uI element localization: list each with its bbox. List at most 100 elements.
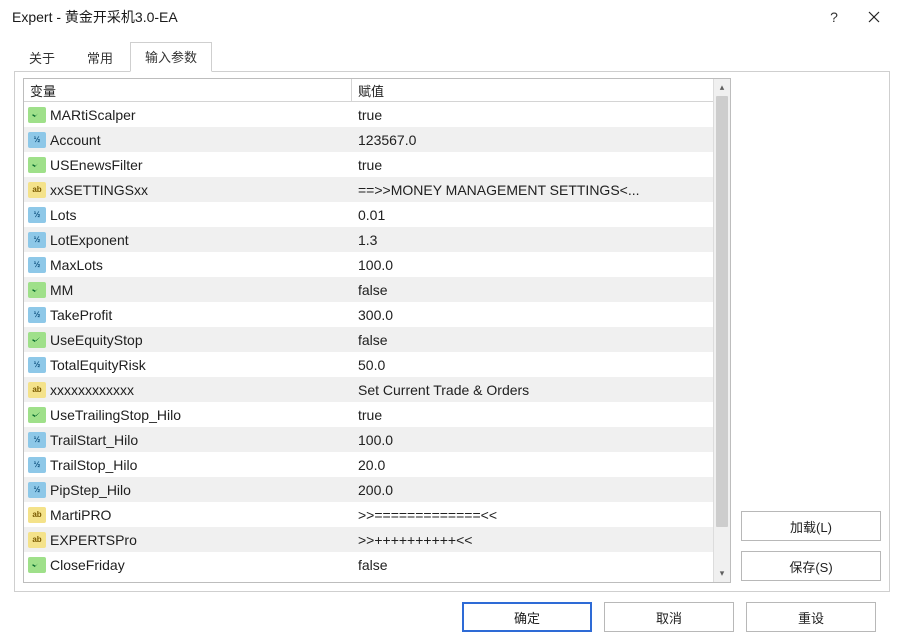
vertical-scrollbar[interactable]: ▴ ▾ xyxy=(713,79,730,582)
parameter-name-cell: Account xyxy=(24,127,352,152)
parameter-value-cell[interactable]: Set Current Trade & Orders xyxy=(352,382,713,398)
column-header-value[interactable]: 赋值 xyxy=(352,79,713,101)
cancel-button[interactable]: 取消 xyxy=(604,602,734,632)
tab-inputs[interactable]: 输入参数 xyxy=(130,42,212,72)
bool-type-icon xyxy=(28,282,46,298)
ok-button-label: 确定 xyxy=(514,608,540,627)
parameter-row[interactable]: UseEquityStop false xyxy=(24,327,713,352)
tab-common[interactable]: 常用 xyxy=(72,43,128,72)
help-button[interactable]: ? xyxy=(814,0,854,34)
parameter-name: MM xyxy=(50,282,73,298)
parameter-value-cell[interactable]: true xyxy=(352,407,713,423)
parameter-name-cell: Lots xyxy=(24,202,352,227)
reset-button[interactable]: 重设 xyxy=(746,602,876,632)
parameter-name-cell: TakeProfit xyxy=(24,302,352,327)
parameter-row[interactable]: MM false xyxy=(24,277,713,302)
str-type-icon xyxy=(28,382,46,398)
num-type-icon xyxy=(28,432,46,448)
num-type-icon xyxy=(28,457,46,473)
scroll-thumb[interactable] xyxy=(716,96,728,527)
parameter-value-cell[interactable]: 0.01 xyxy=(352,207,713,223)
parameters-list[interactable]: 变量 赋值 MARtiScalpertrueAccount123567.0USE… xyxy=(24,79,713,582)
parameter-value-cell[interactable]: 100.0 xyxy=(352,257,713,273)
parameter-row[interactable]: TotalEquityRisk50.0 xyxy=(24,352,713,377)
parameter-row[interactable]: Account 123567.0 xyxy=(24,127,713,152)
parameter-row[interactable]: MARtiScalpertrue xyxy=(24,102,713,127)
tab-strip: 关于 常用 输入参数 xyxy=(14,44,890,72)
parameter-value-cell[interactable]: 20.0 xyxy=(352,457,713,473)
parameter-row[interactable]: MartiPRO>>=============<< xyxy=(24,502,713,527)
parameter-value-cell[interactable]: false xyxy=(352,557,713,573)
tab-about[interactable]: 关于 xyxy=(14,43,70,72)
save-button[interactable]: 保存(S) xyxy=(741,551,881,581)
parameter-name-cell: xxxxxxxxxxxx xyxy=(24,377,352,402)
parameter-name: MaxLots xyxy=(50,257,103,273)
bool-type-icon xyxy=(28,407,46,423)
parameter-name: USEnewsFilter xyxy=(50,157,143,173)
num-type-icon xyxy=(28,132,46,148)
parameter-name: xxSETTINGSxx xyxy=(50,182,148,198)
parameter-row[interactable]: TakeProfit 300.0 xyxy=(24,302,713,327)
parameter-value-cell[interactable]: ==>>MONEY MANAGEMENT SETTINGS<... xyxy=(352,182,713,198)
parameter-row[interactable]: CloseFridayfalse xyxy=(24,552,713,577)
parameter-row[interactable]: PipStep_Hilo 200.0 xyxy=(24,477,713,502)
scroll-up-arrow[interactable]: ▴ xyxy=(714,79,730,96)
parameter-value-cell[interactable]: >>=============<< xyxy=(352,507,713,523)
parameter-row[interactable]: xxxxxxxxxxxx Set Current Trade & Orders xyxy=(24,377,713,402)
parameter-value-cell[interactable]: 50.0 xyxy=(352,357,713,373)
parameter-value-cell[interactable]: true xyxy=(352,107,713,123)
parameter-row[interactable]: TrailStop_Hilo 20.0 xyxy=(24,452,713,477)
parameter-name: TrailStop_Hilo xyxy=(50,457,137,473)
parameter-name: PipStep_Hilo xyxy=(50,482,131,498)
parameter-value-cell[interactable]: 200.0 xyxy=(352,482,713,498)
parameter-row[interactable]: xxSETTINGSxx ==>>MONEY MANAGEMENT SETTING… xyxy=(24,177,713,202)
parameter-name: TakeProfit xyxy=(50,307,112,323)
column-header-variable[interactable]: 变量 xyxy=(24,79,352,101)
ok-button[interactable]: 确定 xyxy=(462,602,592,632)
num-type-icon xyxy=(28,482,46,498)
parameter-row[interactable]: UseTrailingStop_Hilo true xyxy=(24,402,713,427)
parameter-row[interactable]: LotExponent1.3 xyxy=(24,227,713,252)
save-button-label: 保存(S) xyxy=(789,557,832,576)
parameter-name: EXPERTSPro xyxy=(50,532,137,548)
num-type-icon xyxy=(28,232,46,248)
parameter-name: Lots xyxy=(50,207,76,223)
num-type-icon xyxy=(28,257,46,273)
scroll-track[interactable] xyxy=(714,96,730,565)
parameter-value-cell[interactable]: 100.0 xyxy=(352,432,713,448)
parameter-row[interactable]: MaxLots 100.0 xyxy=(24,252,713,277)
close-button[interactable] xyxy=(854,0,894,34)
parameter-name: xxxxxxxxxxxx xyxy=(50,382,134,398)
parameter-name-cell: UseTrailingStop_Hilo xyxy=(24,402,352,427)
parameter-row[interactable]: EXPERTSPro >>++++++++++<< xyxy=(24,527,713,552)
parameter-name-cell: MM xyxy=(24,277,352,302)
parameter-value-cell[interactable]: >>++++++++++<< xyxy=(352,532,713,548)
parameter-value-cell[interactable]: false xyxy=(352,282,713,298)
side-button-column: 加载(L) 保存(S) xyxy=(741,78,881,583)
parameter-value-cell[interactable]: false xyxy=(352,332,713,348)
scroll-down-arrow[interactable]: ▾ xyxy=(714,565,730,582)
load-button[interactable]: 加载(L) xyxy=(741,511,881,541)
parameter-row[interactable]: USEnewsFilter true xyxy=(24,152,713,177)
parameter-name: UseEquityStop xyxy=(50,332,143,348)
bool-type-icon xyxy=(28,107,46,123)
parameter-name: UseTrailingStop_Hilo xyxy=(50,407,181,423)
parameter-value-cell[interactable]: 300.0 xyxy=(352,307,713,323)
dialog-button-row: 确定 取消 重设 xyxy=(14,602,890,632)
parameter-row[interactable]: Lots 0.01 xyxy=(24,202,713,227)
parameter-value-cell[interactable]: true xyxy=(352,157,713,173)
bool-type-icon xyxy=(28,157,46,173)
parameter-name-cell: MARtiScalper xyxy=(24,102,352,127)
parameter-row[interactable]: TrailStart_Hilo 100.0 xyxy=(24,427,713,452)
reset-button-label: 重设 xyxy=(798,608,824,627)
parameter-name-cell: MartiPRO xyxy=(24,502,352,527)
parameter-name-cell: LotExponent xyxy=(24,227,352,252)
parameter-name: TrailStart_Hilo xyxy=(50,432,138,448)
cancel-button-label: 取消 xyxy=(656,608,682,627)
parameters-list-container: 变量 赋值 MARtiScalpertrueAccount123567.0USE… xyxy=(23,78,731,583)
str-type-icon xyxy=(28,182,46,198)
parameter-value-cell[interactable]: 1.3 xyxy=(352,232,713,248)
parameter-value-cell[interactable]: 123567.0 xyxy=(352,132,713,148)
parameter-name: Account xyxy=(50,132,101,148)
num-type-icon xyxy=(28,307,46,323)
